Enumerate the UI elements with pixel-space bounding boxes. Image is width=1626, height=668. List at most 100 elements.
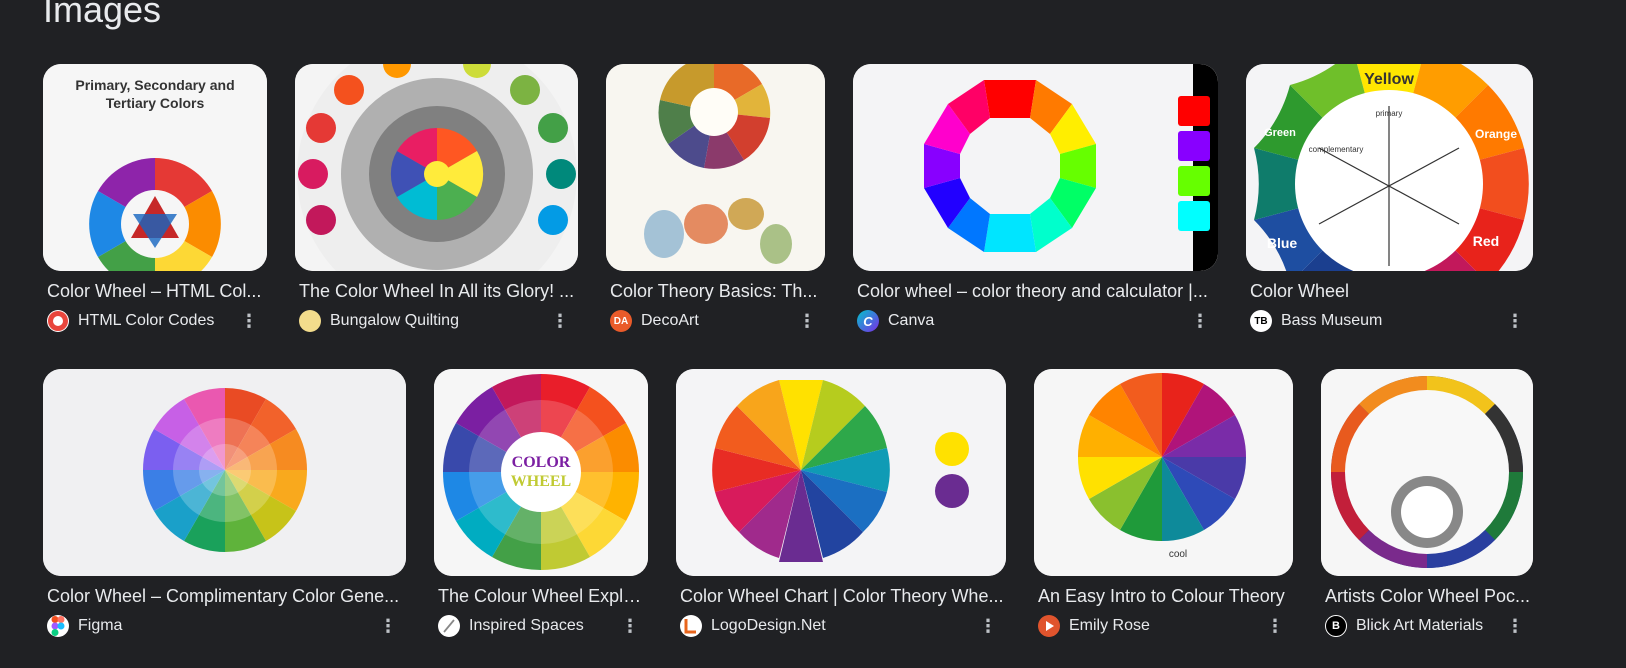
image-thumbnail[interactable]: [43, 369, 406, 576]
image-thumbnail[interactable]: [606, 64, 825, 271]
image-caption[interactable]: An Easy Intro to Colour Theory: [1034, 585, 1293, 607]
more-vert-icon: ⋮: [1506, 616, 1524, 636]
color-wheel-image: [43, 369, 406, 576]
image-caption[interactable]: Artists Color Wheel Poc...: [1321, 585, 1533, 607]
color-wheel-image: Yellow Orange Red Blue Green primary com…: [1246, 64, 1533, 271]
red-label: Red: [1473, 233, 1499, 249]
more-vert-icon: ⋮: [1506, 311, 1524, 331]
source-line[interactable]: Figma ⋮: [43, 614, 406, 638]
image-result-card[interactable]: The Color Wheel In All its Glory! ... Bu…: [295, 64, 578, 333]
image-thumbnail[interactable]: Yellow Orange Red Blue Green primary com…: [1246, 64, 1533, 271]
color-wheel-image: COLOR WHEEL: [434, 369, 648, 576]
primary-label: primary: [1376, 109, 1403, 118]
yellow-label: Yellow: [1364, 71, 1414, 88]
image-caption[interactable]: Color Wheel Chart | Color Theory Whe...: [676, 585, 1006, 607]
image-caption[interactable]: Color Theory Basics: Th...: [606, 280, 825, 302]
more-vert-icon: ⋮: [240, 311, 258, 331]
image-thumbnail[interactable]: [295, 64, 578, 271]
more-vert-icon: ⋮: [551, 311, 569, 331]
canva-logo-icon: C: [857, 310, 879, 332]
image-result-card[interactable]: Color Wheel Chart | Color Theory Whe... …: [676, 369, 1006, 638]
source-line[interactable]: Emily Rose ⋮: [1034, 614, 1293, 638]
figma-logo-icon: [47, 615, 69, 637]
image-caption[interactable]: Color Wheel – Complimentary Color Gene..…: [43, 585, 406, 607]
more-options-button[interactable]: ⋮: [1503, 614, 1527, 638]
cool-label: cool: [1169, 549, 1187, 560]
image-result-card[interactable]: Color Wheel – Complimentary Color Gene..…: [43, 369, 406, 638]
source-name: Blick Art Materials: [1356, 617, 1484, 634]
image-result-card[interactable]: Yellow Orange Red Blue Green primary com…: [1246, 64, 1533, 333]
image-thumbnail[interactable]: [853, 64, 1218, 271]
image-caption[interactable]: Color Wheel: [1246, 280, 1533, 302]
color-wheel-image: [676, 369, 1006, 576]
more-options-button[interactable]: ⋮: [618, 614, 642, 638]
source-line[interactable]: HTML Color Codes ⋮: [43, 309, 267, 333]
more-vert-icon: ⋮: [979, 616, 997, 636]
image-thumbnail[interactable]: cool: [1034, 369, 1293, 576]
color-wheel-image: [853, 64, 1218, 271]
image-caption[interactable]: The Colour Wheel Expla...: [434, 585, 648, 607]
source-name: LogoDesign.Net: [711, 617, 826, 634]
more-options-button[interactable]: ⋮: [976, 614, 1000, 638]
source-line[interactable]: Bungalow Quilting ⋮: [295, 309, 578, 333]
image-result-card[interactable]: Primary, Secondary and Tertiary Colors C…: [43, 64, 267, 333]
blue-label: Blue: [1267, 235, 1298, 251]
more-options-button[interactable]: ⋮: [376, 614, 400, 638]
source-name: Bungalow Quilting: [330, 312, 459, 329]
inspired-spaces-logo-icon: [438, 615, 460, 637]
source-line[interactable]: DA DecoArt ⋮: [606, 309, 825, 333]
image-result-card[interactable]: cool An Easy Intro to Colour Theory Emil…: [1034, 369, 1293, 638]
color-wheel-image: [295, 64, 578, 271]
more-vert-icon: ⋮: [379, 616, 397, 636]
image-thumbnail[interactable]: [676, 369, 1006, 576]
image-thumbnail[interactable]: COLOR WHEEL: [434, 369, 648, 576]
thumb-color-word: COLOR: [512, 454, 571, 471]
source-line[interactable]: LogoDesign.Net ⋮: [676, 614, 1006, 638]
more-vert-icon: ⋮: [621, 616, 639, 636]
source-line[interactable]: B Blick Art Materials ⋮: [1321, 614, 1533, 638]
image-result-card[interactable]: COLOR WHEEL The Colour Wheel Expla... In…: [434, 369, 648, 638]
source-name: Inspired Spaces: [469, 617, 584, 634]
image-caption[interactable]: The Color Wheel In All its Glory! ...: [295, 280, 578, 302]
orange-label: Orange: [1475, 127, 1517, 141]
more-vert-icon: ⋮: [1266, 616, 1284, 636]
play-icon: [1038, 615, 1060, 637]
green-label: Green: [1264, 127, 1296, 139]
source-line[interactable]: TB Bass Museum ⋮: [1246, 309, 1533, 333]
source-name: HTML Color Codes: [78, 312, 215, 329]
source-name: Bass Museum: [1281, 312, 1383, 329]
more-options-button[interactable]: ⋮: [1263, 614, 1287, 638]
image-thumbnail[interactable]: [1321, 369, 1533, 576]
source-name: Emily Rose: [1069, 617, 1150, 634]
thumb-title-line-1: Primary, Secondary and: [75, 77, 234, 93]
source-line[interactable]: C Canva ⋮: [853, 309, 1218, 333]
image-result-card[interactable]: Color wheel – color theory and calculato…: [853, 64, 1218, 333]
more-options-button[interactable]: ⋮: [1188, 309, 1212, 333]
more-vert-icon: ⋮: [1191, 311, 1209, 331]
color-wheel-image: Primary, Secondary and Tertiary Colors: [43, 64, 267, 271]
image-row-1: Primary, Secondary and Tertiary Colors C…: [43, 64, 1533, 333]
pocket-color-wheel-image: [1321, 369, 1533, 576]
bungalow-quilting-logo-icon: [299, 310, 321, 332]
image-result-card[interactable]: Artists Color Wheel Poc... B Blick Art M…: [1321, 369, 1533, 638]
thumb-wheel-word: WHEEL: [511, 473, 571, 490]
image-caption[interactable]: Color Wheel – HTML Col...: [43, 280, 267, 302]
color-wheel-image: cool: [1034, 369, 1293, 576]
more-options-button[interactable]: ⋮: [548, 309, 572, 333]
source-line[interactable]: Inspired Spaces ⋮: [434, 614, 648, 638]
complementary-label: complementary: [1309, 145, 1364, 154]
more-options-button[interactable]: ⋮: [237, 309, 261, 333]
decoart-logo-icon: DA: [610, 310, 632, 332]
html-color-codes-logo-icon: [47, 310, 69, 332]
image-thumbnail[interactable]: Primary, Secondary and Tertiary Colors: [43, 64, 267, 271]
section-title: Images: [43, 0, 162, 30]
blick-logo-icon: B: [1325, 615, 1347, 637]
source-name: Canva: [888, 312, 935, 329]
image-result-card[interactable]: Color Theory Basics: Th... DA DecoArt ⋮: [606, 64, 825, 333]
bass-museum-logo-icon: TB: [1250, 310, 1272, 332]
source-name: DecoArt: [641, 312, 699, 329]
more-options-button[interactable]: ⋮: [795, 309, 819, 333]
image-caption[interactable]: Color wheel – color theory and calculato…: [853, 280, 1218, 302]
more-options-button[interactable]: ⋮: [1503, 309, 1527, 333]
logodesign-logo-icon: [680, 615, 702, 637]
